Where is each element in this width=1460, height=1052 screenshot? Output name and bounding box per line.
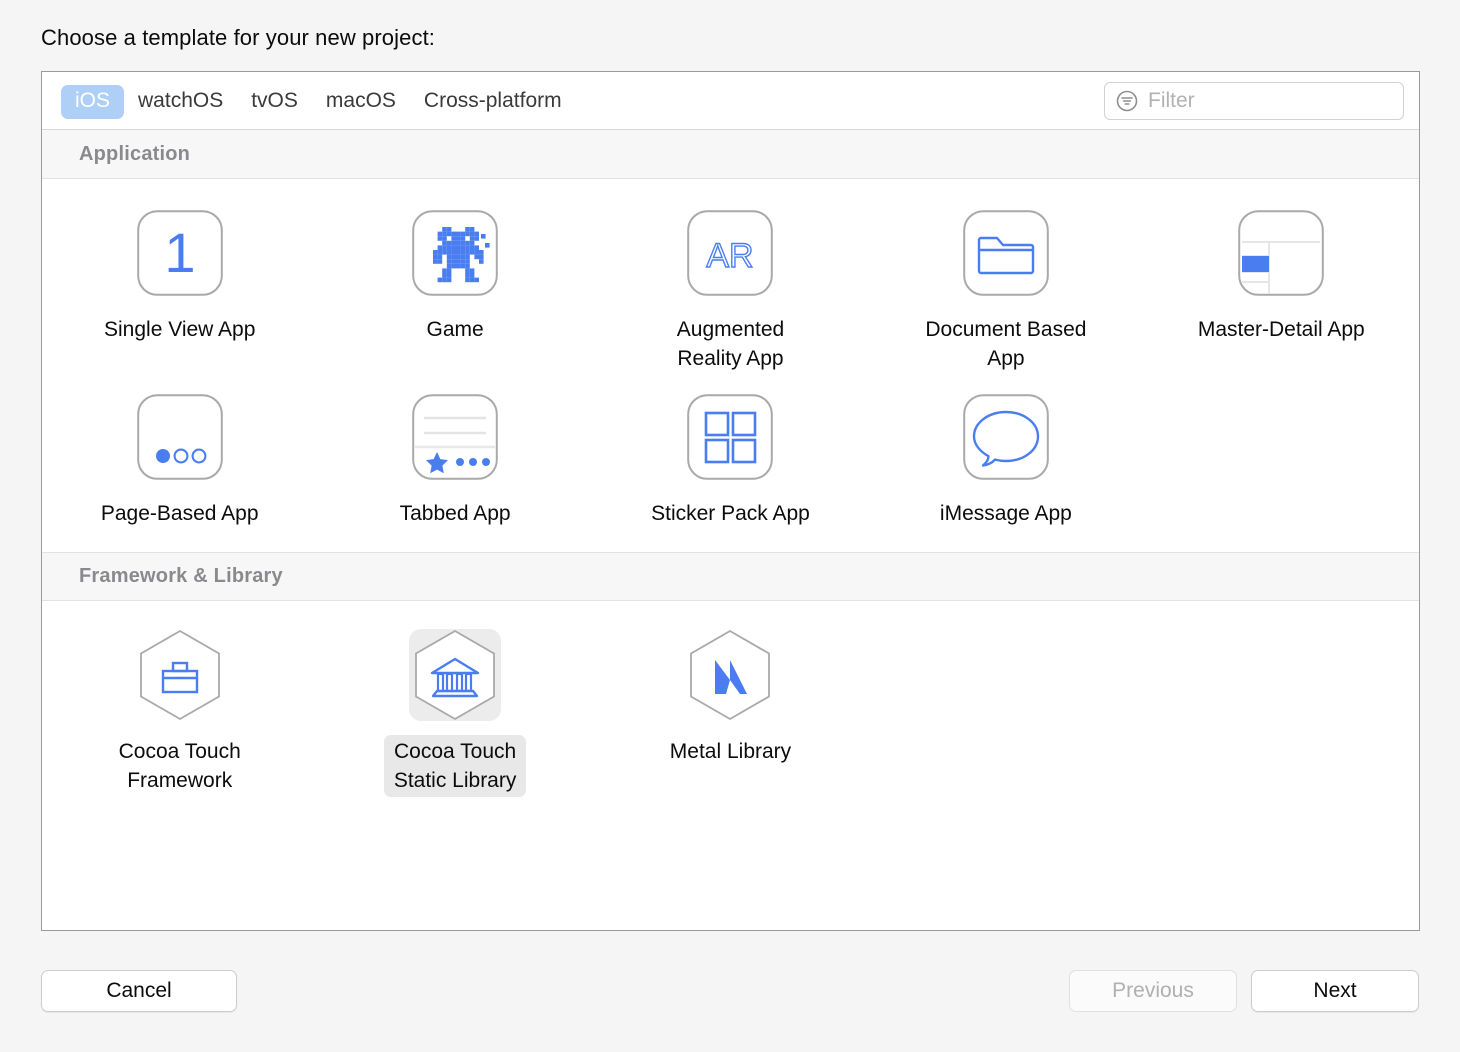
new-project-template-dialog: Choose a template for your new project: … [0,0,1460,1052]
platform-tab-watchos[interactable]: watchOS [124,85,237,119]
svg-text:1: 1 [164,221,195,284]
number-one-icon: 1 [134,207,226,299]
template-tile-cocoa-touch-static-library[interactable]: Cocoa Touch Static Library [317,613,592,797]
page-title: Choose a template for your new project: [41,25,435,50]
template-tile-metal-library[interactable]: Metal Library [593,613,868,797]
four-squares-icon [684,391,776,483]
application-template-grid: 1 Single View App Game AR Augmented Reality … [42,179,1419,552]
platform-tab-cross-platform[interactable]: Cross-platform [410,85,576,119]
template-label: Cocoa Touch Framework [118,740,241,792]
template-label: Page-Based App [100,502,259,525]
template-chooser-panel: iOS watchOS tvOS macOS Cross-platform Filter… [41,71,1420,931]
template-label: Game [426,318,484,341]
ar-text-icon: AR [684,207,776,299]
hexagon-bank-icon [409,629,502,721]
tab-bar-icon [409,391,501,483]
platform-toolbar: iOS watchOS tvOS macOS Cross-platform Filter [42,72,1419,130]
hexagon-metal-m-icon [684,629,776,721]
platform-tab-list: iOS watchOS tvOS macOS Cross-platform [61,85,576,119]
template-label: Cocoa Touch Static Library [383,735,527,797]
platform-tab-macos[interactable]: macOS [312,85,410,119]
template-tile-imessage-app[interactable]: iMessage App [868,375,1143,530]
template-label: Document Based App [925,318,1087,370]
template-tile-sticker-pack-app[interactable]: Sticker Pack App [593,375,868,530]
template-label: iMessage App [939,502,1072,525]
platform-tab-tvos[interactable]: tvOS [237,85,312,119]
template-tile-game[interactable]: Game [317,191,592,375]
template-label: Augmented Reality App [676,318,785,370]
template-tile-document-based-app[interactable]: Document Based App [868,191,1143,375]
filter-icon [1115,89,1139,113]
template-tile-single-view-app[interactable]: 1 Single View App [42,191,317,375]
speech-bubble-icon [960,391,1052,483]
cancel-button[interactable]: Cancel [41,970,237,1012]
template-tile-augmented-reality-app[interactable]: AR Augmented Reality App [593,191,868,375]
section-header-application: Application [42,130,1419,179]
framework-library-template-grid: Cocoa Touch Framework Cocoa Touch Static … [42,601,1419,823]
next-button[interactable]: Next [1251,970,1419,1012]
page-dots-icon [134,391,226,483]
previous-button[interactable]: Previous [1069,970,1237,1012]
folder-icon [960,207,1052,299]
platform-tab-ios[interactable]: iOS [61,85,125,119]
template-tile-master-detail-app[interactable]: Master-Detail App [1144,191,1419,375]
template-label: Sticker Pack App [651,502,810,525]
filter-input[interactable]: Filter [1148,89,1195,113]
template-label: Metal Library [669,740,792,763]
svg-text:AR: AR [707,237,754,275]
split-view-icon [1235,207,1327,299]
robot-sprite-icon [409,207,501,299]
filter-field[interactable]: Filter [1104,82,1404,120]
section-header-framework-library: Framework & Library [42,552,1419,601]
template-label: Master-Detail App [1197,318,1365,341]
template-label: Tabbed App [399,502,511,525]
template-tile-cocoa-touch-framework[interactable]: Cocoa Touch Framework [42,613,317,797]
template-tile-page-based-app[interactable]: Page-Based App [42,375,317,530]
hexagon-briefcase-icon [134,629,226,721]
template-tile-tabbed-app[interactable]: Tabbed App [317,375,592,530]
template-label: Single View App [104,318,256,341]
